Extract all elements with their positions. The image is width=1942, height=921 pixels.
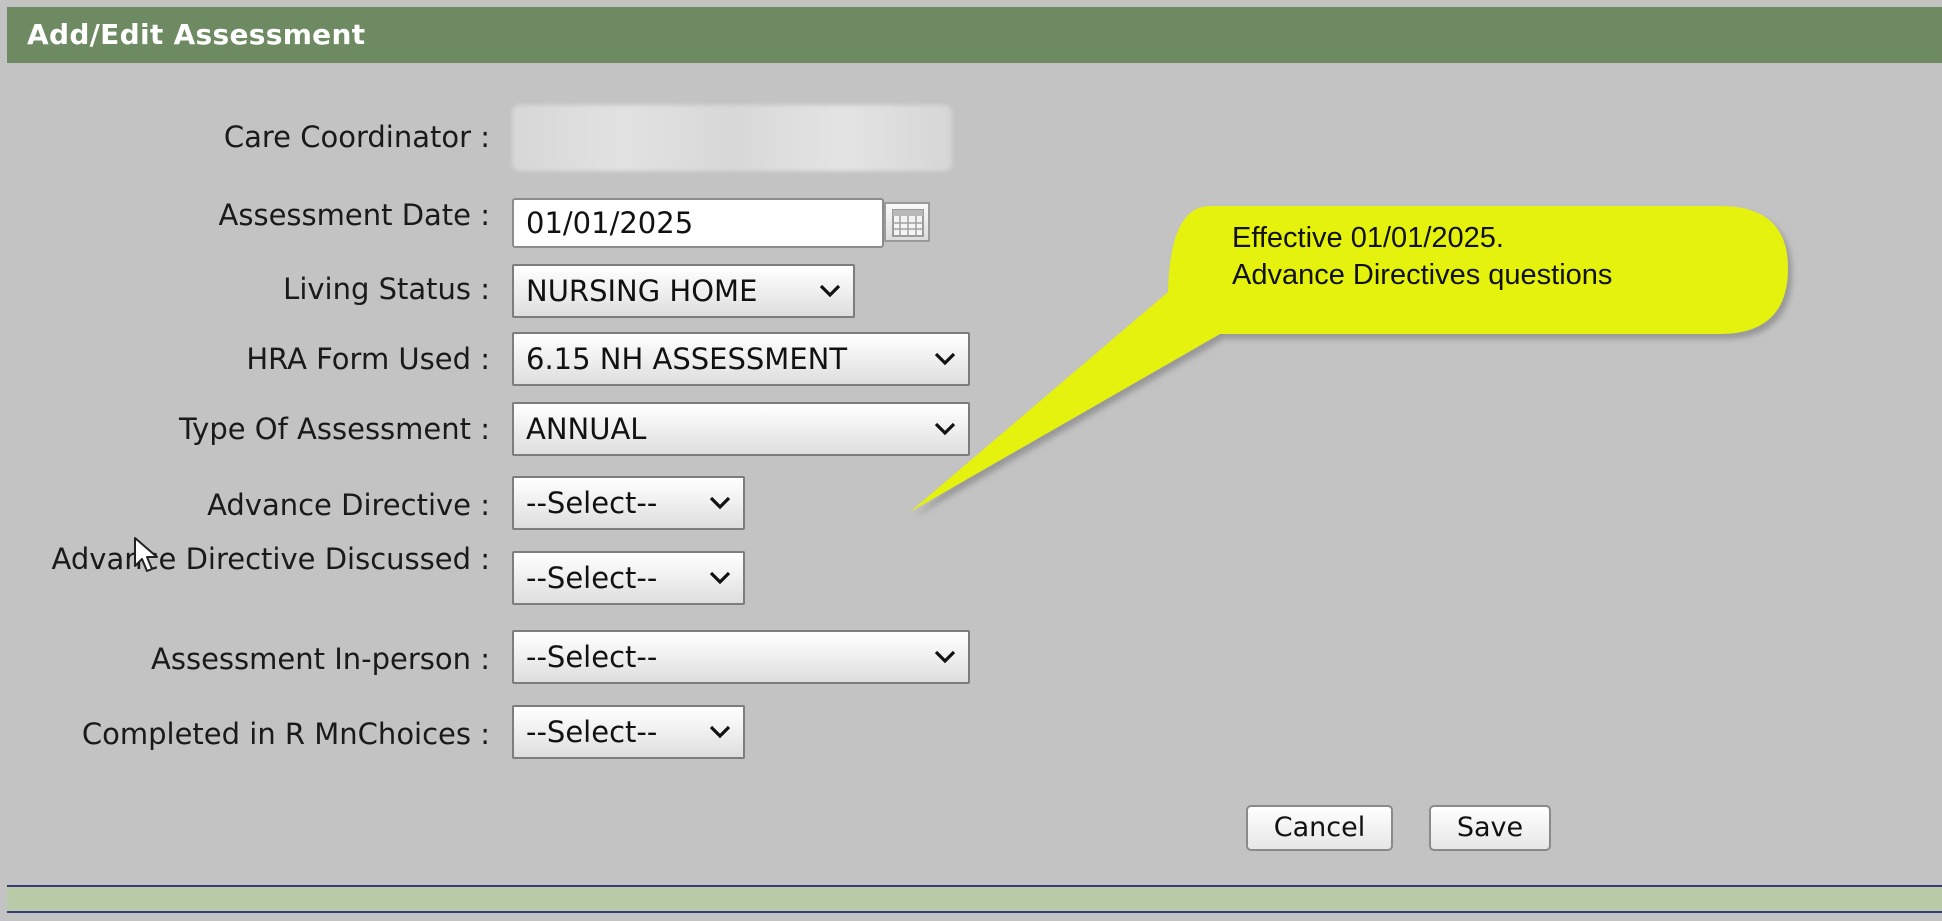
type-of-assessment-label: Type Of Assessment : <box>178 412 490 446</box>
living-status-label: Living Status : <box>283 272 490 306</box>
chevron-down-icon <box>819 284 841 298</box>
assessment-in-person-select[interactable]: --Select-- <box>512 630 970 684</box>
advance-directive-value: --Select-- <box>526 486 658 520</box>
living-status-select[interactable]: NURSING HOME <box>512 264 855 318</box>
type-of-assessment-select[interactable]: ANNUAL <box>512 402 970 456</box>
callout-text: Effective 01/01/2025. Advance Directives… <box>1232 220 1612 294</box>
footer-bar <box>7 885 1942 913</box>
form-panel <box>7 63 1942 885</box>
care-coordinator-value-redacted <box>512 105 952 171</box>
assessment-in-person-value: --Select-- <box>526 640 658 674</box>
chevron-down-icon <box>934 650 956 664</box>
advance-directive-label: Advance Directive : <box>207 488 490 522</box>
care-coordinator-label: Care Coordinator : <box>223 120 490 154</box>
advance-directive-discussed-value: --Select-- <box>526 561 658 595</box>
chevron-down-icon <box>709 725 731 739</box>
assessment-date-input[interactable]: 01/01/2025 <box>512 198 884 248</box>
advance-directive-discussed-label: Advance Directive Discussed : <box>51 542 490 576</box>
calendar-button[interactable] <box>884 202 930 242</box>
callout-line-2: Advance Directives questions <box>1232 259 1613 291</box>
advance-directive-select[interactable]: --Select-- <box>512 476 745 530</box>
chevron-down-icon <box>934 352 956 366</box>
assessment-date-label: Assessment Date : <box>218 198 490 232</box>
living-status-value: NURSING HOME <box>526 274 758 308</box>
calendar-icon <box>892 209 924 237</box>
save-button[interactable]: Save <box>1429 805 1551 851</box>
cancel-button[interactable]: Cancel <box>1246 805 1393 851</box>
type-of-assessment-value: ANNUAL <box>526 412 647 446</box>
chevron-down-icon <box>934 422 956 436</box>
completed-mnchoices-select[interactable]: --Select-- <box>512 705 745 759</box>
assessment-in-person-label: Assessment In-person : <box>151 642 490 676</box>
hra-form-value: 6.15 NH ASSESSMENT <box>526 342 848 376</box>
hra-form-select[interactable]: 6.15 NH ASSESSMENT <box>512 332 970 386</box>
dialog-title: Add/Edit Assessment <box>7 7 1942 63</box>
hra-form-label: HRA Form Used : <box>246 342 490 376</box>
mouse-pointer-icon <box>134 537 158 572</box>
advance-directive-discussed-select[interactable]: --Select-- <box>512 551 745 605</box>
chevron-down-icon <box>709 496 731 510</box>
completed-mnchoices-value: --Select-- <box>526 715 658 749</box>
callout-line-1: Effective 01/01/2025. <box>1232 222 1504 254</box>
chevron-down-icon <box>709 571 731 585</box>
completed-mnchoices-label: Completed in R MnChoices : <box>81 717 490 751</box>
